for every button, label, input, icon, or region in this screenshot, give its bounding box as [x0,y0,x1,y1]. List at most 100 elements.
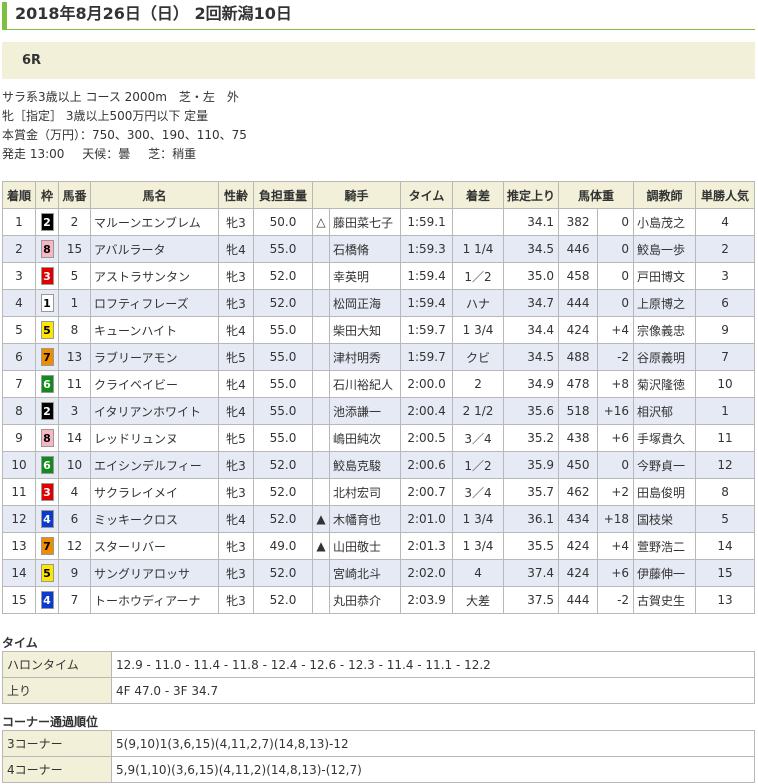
result-jockey-link[interactable]: 嶋田純次 [333,432,381,446]
result-jockey-link[interactable]: 津村明秀 [333,351,381,365]
result-horse-name-link[interactable]: キューンハイト [94,324,177,338]
corner-label: 3コーナー [2,730,112,757]
result-jockey-link[interactable]: 丸田恭介 [333,594,381,608]
result-horse-name-link[interactable]: ラブリーアモン [94,351,178,365]
result-time: 1:59.3 [400,235,454,263]
result-jockey-link[interactable]: 宮崎北斗 [333,567,381,581]
result-num: 9 [58,559,91,587]
result-horse-name-link[interactable]: スターリバー [94,540,166,554]
result-trainer: 谷原義明 [633,343,697,371]
result-time: 1:59.4 [400,262,454,290]
result-horse-name-link[interactable]: アストラサンタン [94,270,190,284]
result-jockey-link[interactable]: 木幡育也 [333,513,381,527]
result-sex-age: 牝3 [218,289,254,317]
result-jockey-link[interactable]: 鮫島克駿 [333,459,381,473]
result-jockey: 嶋田純次 [328,424,402,452]
result-horse-name-link[interactable]: クライベイビー [94,378,178,392]
result-horse-name: エイシンデルフィー [90,451,219,479]
result-pos: 13 [2,532,36,560]
result-num: 15 [58,235,91,263]
result-margin: クビ [452,343,505,371]
result-trainer: 国枝栄 [633,505,697,533]
result-horse-name-link[interactable]: ミッキークロス [94,513,178,527]
result-trainer-link[interactable]: 鮫島一歩 [637,243,685,257]
table-row: 5 5 8 キューンハイト 牝4 55.0 柴田大知 1:59.7 1 3/4 34.4 424 +4… [2,316,756,344]
result-trainer-link[interactable]: 古賀史生 [637,594,685,608]
result-num: 7 [58,586,91,614]
result-trainer-link[interactable]: 戸田博文 [637,270,685,284]
result-horse-name-link[interactable]: イタリアンホワイト [94,405,201,419]
result-popularity: 9 [695,316,756,344]
result-horse-name-link[interactable]: レッドリュンヌ [94,432,178,446]
result-jockey: 幸英明 [328,262,402,290]
result-trainer-link[interactable]: 伊藤伸一 [637,567,685,581]
result-popularity: 6 [695,289,756,317]
result-jockey-link[interactable]: 北村宏司 [333,486,381,500]
race-track: 芝：稍重 [148,147,197,161]
result-trainer-link[interactable]: 萱野浩二 [637,540,685,554]
corner-section-title: コーナー通過順位 [2,715,99,729]
result-jockey-link[interactable]: 石川裕紀人 [333,378,393,392]
result-horse-name-link[interactable]: アバルラータ [94,243,166,257]
result-sex-age: 牝3 [218,451,254,479]
result-jockey-link[interactable]: 松岡正海 [333,297,381,311]
time-value: 4F 47.0 - 3F 34.7 [111,677,755,704]
result-waku: 5 [35,559,59,587]
page-title: 2018年8月26日（日） 2回新潟10日 [2,2,755,30]
result-trainer: 田島俊明 [633,478,697,506]
result-jockey: 松岡正海 [328,289,402,317]
result-trainer-link[interactable]: 今野貞一 [637,459,685,473]
result-trainer-link[interactable]: 小島茂之 [637,216,685,230]
result-bodyweight-diff: +8 [597,370,635,398]
result-waku: 2 [35,397,59,425]
result-jockey-link[interactable]: 池添謙一 [333,405,381,419]
result-trainer-link[interactable]: 国枝栄 [637,513,673,527]
result-trainer-link[interactable]: 谷原義明 [637,351,685,365]
result-time: 2:01.3 [400,532,454,560]
header-num: 馬番 [58,181,91,209]
result-jockey-link[interactable]: 幸英明 [333,270,369,284]
result-horse-name-link[interactable]: エイシンデルフィー [94,459,202,473]
result-trainer-link[interactable]: 相沢郁 [637,405,673,419]
result-last3f: 36.1 [503,505,560,533]
result-trainer-link[interactable]: 宗像義忠 [637,324,685,338]
result-horse-name: スターリバー [90,532,219,560]
result-horse-name-link[interactable]: サクラレイメイ [94,486,178,500]
result-horse-name-link[interactable]: サングリアロッサ [94,567,190,581]
result-margin: 3／4 [452,424,505,452]
result-trainer: 手塚貴久 [633,424,697,452]
result-jockey-link[interactable]: 山田敬士 [333,540,381,554]
result-horse-name-link[interactable]: ロフティフレーズ [94,297,189,311]
result-trainer-link[interactable]: 手塚貴久 [637,432,685,446]
result-jockey-link[interactable]: 柴田大知 [333,324,381,338]
result-horse-name: アストラサンタン [90,262,219,290]
result-trainer: 相沢郁 [633,397,697,425]
result-last3f: 34.9 [503,370,560,398]
result-sex-age: 牝4 [218,235,254,263]
result-jockey: 柴田大知 [328,316,402,344]
table-row: 7 6 11 クライベイビー 牝4 55.0 石川裕紀人 2:00.0 2 34.9 478 +8 菊沢… [2,370,756,398]
result-horse-name-link[interactable]: トーホウディアーナ [94,594,200,608]
result-popularity: 5 [695,505,756,533]
result-bodyweight: 488 [558,343,599,371]
result-trainer: 今野貞一 [633,451,697,479]
result-horse-name-link[interactable]: マルーンエンブレム [94,216,201,230]
result-jockey-link[interactable]: 藤田菜七子 [333,216,393,230]
waku-badge: 6 [40,456,54,474]
result-trainer-link[interactable]: 田島俊明 [637,486,685,500]
table-row: 10 6 10 エイシンデルフィー 牝3 52.0 鮫島克駿 2:00.6 1／2 35.9 450… [2,451,756,479]
result-trainer: 宗像義忠 [633,316,697,344]
header-time: タイム [400,181,454,209]
result-sex-age: 牝3 [218,208,254,236]
result-bodyweight: 382 [558,208,599,236]
result-mark [312,316,330,344]
result-bodyweight-diff: +2 [597,478,635,506]
waku-badge: 5 [40,564,54,582]
result-trainer-link[interactable]: 菊沢隆徳 [637,378,685,392]
result-pos: 2 [2,235,36,263]
result-trainer-link[interactable]: 上原博之 [637,297,685,311]
result-time: 2:03.9 [400,586,454,614]
result-jockey-link[interactable]: 石橋脩 [333,243,369,257]
result-last3f: 35.0 [503,262,560,290]
waku-badge: 2 [40,402,54,420]
